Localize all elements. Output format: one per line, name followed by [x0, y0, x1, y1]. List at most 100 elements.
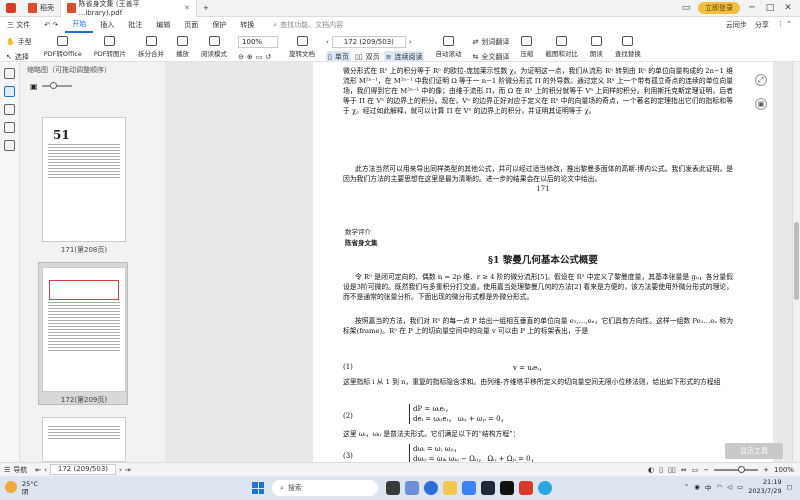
thumbnail-icon[interactable]	[4, 86, 15, 97]
menu-convert[interactable]: 转换	[233, 20, 261, 30]
new-tab-button[interactable]: +	[197, 0, 215, 17]
float-tool-icon[interactable]: ▣	[755, 98, 767, 110]
thumbnail-size-slider[interactable]	[41, 82, 72, 89]
task-view-icon[interactable]	[386, 481, 400, 495]
pdf-to-office-button[interactable]: PDF转Office	[38, 36, 88, 58]
expand-icon[interactable]: ⤢	[755, 74, 767, 86]
ime-indicator[interactable]: 中	[705, 482, 712, 492]
first-page-icon[interactable]: ⇤	[35, 466, 41, 474]
find-replace-button[interactable]: 查找替换	[609, 36, 647, 58]
last-page-icon[interactable]: ⇥	[125, 466, 131, 474]
word-translate-button[interactable]: ⇄ 划词翻译	[472, 36, 509, 48]
screenshot-compare-button[interactable]: 截图和对比	[539, 36, 584, 58]
next-page-icon[interactable]: ›	[409, 38, 412, 46]
menu-protect[interactable]: 保护	[205, 20, 233, 30]
auto-scroll-button[interactable]: 自动滚动	[429, 36, 467, 58]
single-view-icon[interactable]: ▯	[659, 466, 663, 474]
app-icon[interactable]	[481, 481, 495, 495]
menu-undo-icon[interactable]: ↶ ↷	[37, 21, 65, 29]
scrollbar-thumb[interactable]	[794, 222, 799, 300]
maximize-button[interactable]: □	[764, 3, 776, 13]
menu-insert[interactable]: 插入	[93, 20, 121, 30]
wifi-icon[interactable]: ◠	[716, 483, 722, 491]
rotate-left-icon[interactable]: ↺	[265, 53, 271, 61]
running-header: 数学评介	[345, 228, 371, 236]
document-viewport[interactable]: 微分形式在 Rⁿ 上的积分等于 Rⁿ 的欧拉-庞加莱示性数 χ。为证明这一点，我…	[165, 62, 792, 462]
double-view-icon[interactable]: ▯▯	[668, 466, 676, 474]
menu-start[interactable]: 开始	[65, 17, 94, 33]
menu-page[interactable]: 页面	[177, 20, 205, 30]
sidebar-icon-strip	[0, 62, 20, 462]
battery-icon[interactable]: ▭	[737, 483, 743, 491]
menu-edit[interactable]: 编辑	[149, 20, 177, 30]
file-menu[interactable]: 三 文件	[0, 20, 37, 30]
zoom-select[interactable]: 100%	[238, 36, 279, 48]
page-number-input[interactable]: 172 (209/503)	[331, 36, 406, 48]
slider-knob[interactable]	[49, 82, 57, 89]
status-zoom-value[interactable]: 100%	[774, 466, 794, 474]
zoom-in-icon[interactable]: +	[763, 466, 769, 474]
prev-page-icon[interactable]: ‹	[326, 38, 329, 46]
pdf-to-image-button[interactable]: PDF转图片	[88, 36, 132, 58]
edge-icon[interactable]	[424, 481, 438, 495]
tile-icon[interactable]: ▭	[680, 3, 692, 13]
store-icon[interactable]	[462, 481, 476, 495]
login-button[interactable]: 立即登录	[698, 2, 740, 14]
next-page-icon[interactable]: ›	[119, 466, 122, 474]
zoom-out-icon[interactable]: ⊖	[238, 53, 244, 61]
minimize-button[interactable]: ─	[746, 3, 758, 13]
zoom-in-icon[interactable]: ⊕	[247, 53, 253, 61]
tab-document[interactable]: 陈省身文集 (王善平 ...ibrary).pdf ✕	[60, 0, 197, 17]
thumbnail-page-210[interactable]	[42, 417, 126, 462]
close-tab-icon[interactable]: ✕	[184, 4, 190, 12]
cloud-sync-button[interactable]: 云同步	[726, 20, 747, 30]
app-icon[interactable]	[405, 481, 419, 495]
zoom-out-icon[interactable]: −	[703, 466, 709, 474]
zoom-slider[interactable]	[714, 465, 759, 473]
more-icon[interactable]: ⋮ ⌃	[777, 20, 792, 30]
view-mode-icon[interactable]: ◐	[648, 466, 654, 474]
file-explorer-icon[interactable]	[443, 481, 457, 495]
fit-width-icon[interactable]: ⇔	[681, 466, 687, 474]
start-button[interactable]	[252, 482, 264, 494]
read-mode-button[interactable]: 阅读模式	[195, 36, 233, 58]
thumbnail-page-209[interactable]	[42, 267, 126, 392]
fit-page-icon[interactable]: ▭	[692, 466, 699, 474]
fit-icon[interactable]: ▭	[256, 53, 263, 61]
function-search[interactable]: ⌕ 查找功能、文档内容	[261, 20, 343, 30]
bookmark-icon[interactable]	[4, 68, 15, 79]
status-page-nav[interactable]: ⇤ ‹ 172 (209/503) › ⇥	[31, 464, 134, 475]
split-merge-button[interactable]: 拆分合并	[132, 36, 170, 58]
show-tools-button[interactable]: 显示工具	[725, 443, 783, 459]
navigation-button[interactable]: ☰ 导航	[0, 465, 31, 475]
play-button[interactable]: 播放	[170, 36, 195, 58]
compress-button[interactable]: 压缩	[514, 36, 539, 58]
stamp-icon[interactable]	[4, 140, 15, 151]
share-button[interactable]: 分享	[755, 20, 769, 30]
rotate-document-button[interactable]: 旋转文档	[283, 36, 321, 58]
read-aloud-button[interactable]: 朗读	[584, 36, 609, 58]
wps-icon[interactable]	[519, 481, 533, 495]
app-icon[interactable]	[538, 481, 552, 495]
status-page-input[interactable]: 172 (209/503)	[49, 464, 116, 475]
clock[interactable]: 21:19 2023/7/29	[748, 478, 781, 496]
page-navigator[interactable]: ‹ 172 (209/503) ›	[326, 36, 424, 48]
close-window-button[interactable]: ✕	[782, 3, 794, 13]
tray-chevron-icon[interactable]: ⌃	[684, 483, 689, 491]
tab-docer[interactable]: 稻壳	[22, 0, 60, 17]
continuous-read-label: 连续阅读	[394, 53, 423, 61]
volume-icon[interactable]: ◁	[727, 483, 732, 491]
menu-annotate[interactable]: 批注	[121, 20, 149, 30]
vertical-scrollbar[interactable]	[792, 62, 800, 462]
thumbnail-page-208[interactable]: 51	[42, 117, 126, 242]
prev-page-icon[interactable]: ‹	[44, 466, 47, 474]
tiktok-icon[interactable]	[500, 481, 514, 495]
hand-tool[interactable]: ✋ 手型	[6, 36, 32, 48]
attachment-icon[interactable]	[4, 122, 15, 133]
tray-app-icon[interactable]: ◉	[694, 483, 700, 491]
zoom-slider-knob[interactable]	[738, 465, 746, 473]
comment-icon[interactable]	[4, 104, 15, 115]
taskbar-search[interactable]: ⌕ 搜索	[272, 480, 378, 496]
notification-icon[interactable]: ◻	[787, 483, 792, 491]
home-tab[interactable]	[0, 0, 22, 17]
